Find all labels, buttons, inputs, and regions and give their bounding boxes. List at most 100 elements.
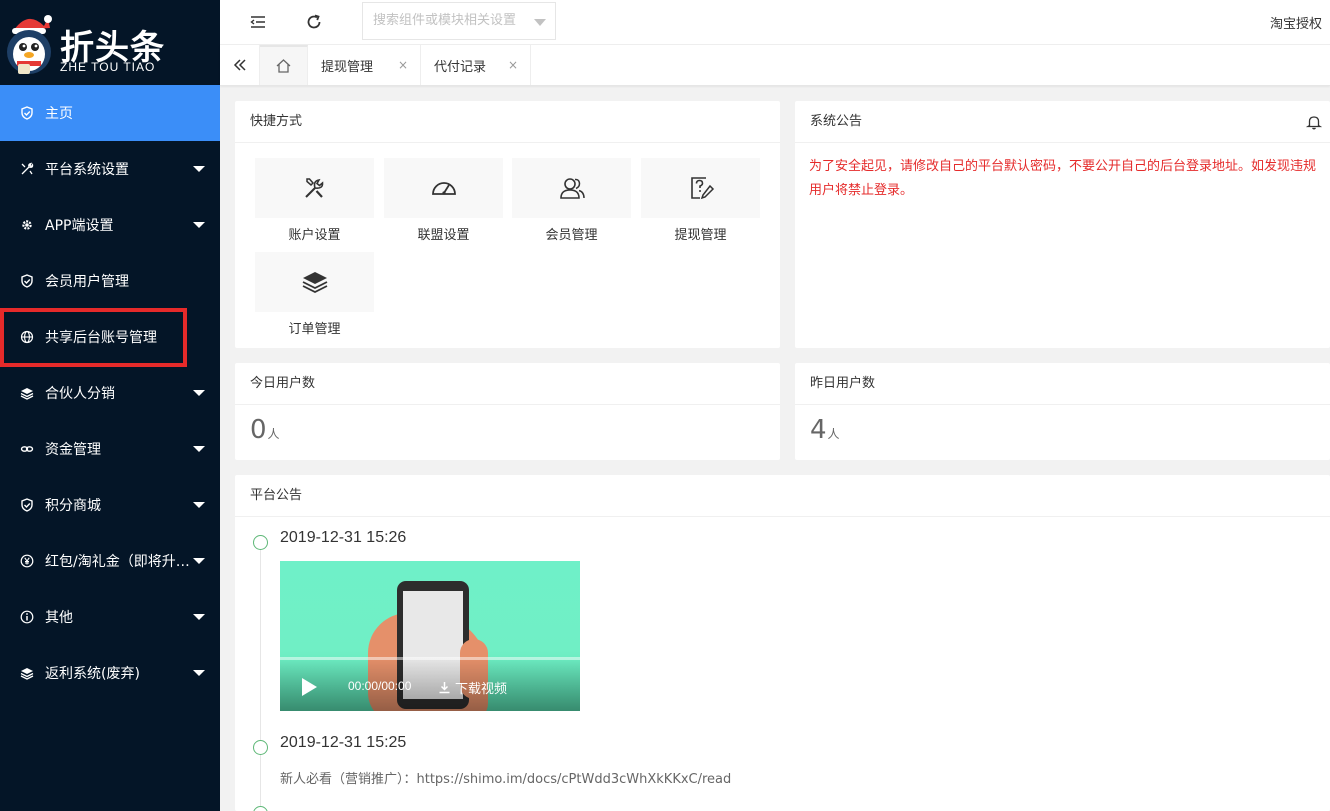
platform-notice-card: 平台公告 2019-12-31 15:26 00:00/00:00 下载视频 2… <box>235 475 1330 811</box>
shield-check-icon <box>20 274 34 288</box>
shortcut-order-management[interactable]: 订单管理 <box>255 252 374 337</box>
page-tabs: 提现管理 × 代付记录 × <box>220 45 1330 86</box>
download-label: 下载视频 <box>455 682 508 697</box>
layers-icon <box>20 666 34 680</box>
shortcut-alliance-settings[interactable]: 联盟设置 <box>384 158 503 243</box>
yen-icon <box>20 554 34 568</box>
sidebar-item-label: 其他 <box>45 610 73 626</box>
sidebar-item-member-users[interactable]: 会员用户管理 <box>0 253 220 309</box>
close-icon[interactable]: × <box>508 58 518 72</box>
penguin-mascot-icon <box>7 15 52 74</box>
download-video-button[interactable]: 下载视频 <box>438 678 507 697</box>
shortcut-member-management[interactable]: 会员管理 <box>512 158 631 243</box>
chevron-down-icon <box>534 19 546 26</box>
shortcut-withdraw-management[interactable]: 提现管理 <box>641 158 760 243</box>
sidebar-item-label: 会员用户管理 <box>45 274 129 290</box>
tab-withdraw-management[interactable]: 提现管理 × <box>309 45 421 85</box>
users-icon <box>559 178 585 199</box>
timeline-dot <box>253 535 268 550</box>
search-select[interactable]: 搜索组件或模块相关设置 <box>362 2 556 40</box>
card-title: 快捷方式 <box>235 101 780 143</box>
menu-collapse-icon[interactable] <box>249 13 267 31</box>
shortcut-label: 提现管理 <box>674 228 727 243</box>
refresh-icon[interactable] <box>305 13 323 31</box>
chevron-down-icon <box>193 166 205 172</box>
top-header: 搜索组件或模块相关设置 淘宝授权 <box>220 0 1330 45</box>
timeline-dot <box>253 806 268 811</box>
tools-icon <box>20 162 34 176</box>
sidebar-item-other[interactable]: 其他 <box>0 589 220 645</box>
sidebar-item-label: APP端设置 <box>45 218 114 234</box>
timeline-dot <box>253 740 268 755</box>
tab-home[interactable] <box>260 45 308 85</box>
yesterday-users-stat: 4人 <box>795 405 1330 455</box>
video-time: 00:00/00:00 <box>348 679 412 693</box>
video-progress[interactable] <box>280 657 580 660</box>
logo-subtitle: ZHE TOU TIAO <box>60 60 156 74</box>
card-title-text: 系统公告 <box>810 114 863 129</box>
stat-unit: 人 <box>827 427 840 441</box>
shortcut-label: 订单管理 <box>288 322 341 337</box>
help-edit-icon <box>690 177 714 200</box>
sidebar-item-platform-settings[interactable]: 平台系统设置 <box>0 141 220 197</box>
chevron-down-icon <box>193 222 205 228</box>
taobao-auth-link[interactable]: 淘宝授权 <box>1270 13 1322 32</box>
tab-payment-records[interactable]: 代付记录 × <box>421 45 531 85</box>
sidebar-item-shared-accounts[interactable]: 共享后台账号管理 <box>0 309 220 365</box>
chevron-down-icon <box>193 502 205 508</box>
sidebar-item-label: 主页 <box>45 106 73 122</box>
bell-icon[interactable] <box>1306 114 1322 130</box>
home-icon <box>276 59 291 73</box>
stat-value: 0 <box>250 415 267 445</box>
sidebar-item-partner-distribution[interactable]: 合伙人分销 <box>0 365 220 421</box>
logo[interactable]: 折头条 ZHE TOU TIAO <box>0 0 220 85</box>
sidebar-item-rebate-system[interactable]: 返利系统(废弃) <box>0 645 220 701</box>
chevron-down-icon <box>193 446 205 452</box>
video-player[interactable]: 00:00/00:00 下载视频 <box>280 561 580 711</box>
play-icon[interactable] <box>302 678 317 696</box>
shortcut-label: 账户设置 <box>288 228 341 243</box>
sidebar-item-funds[interactable]: 资金管理 <box>0 421 220 477</box>
info-icon <box>20 610 34 624</box>
search-placeholder: 搜索组件或模块相关设置 <box>373 13 517 28</box>
sidebar-item-label: 资金管理 <box>45 442 101 458</box>
sidebar-item-label: 合伙人分销 <box>45 386 115 402</box>
sidebar-item-label: 返利系统(废弃) <box>45 666 140 682</box>
globe-icon <box>20 330 34 344</box>
sidebar-item-red-packet[interactable]: 红包/淘礼金（即将升… <box>0 533 220 589</box>
chevron-down-icon <box>193 614 205 620</box>
sidebar-item-label: 平台系统设置 <box>45 162 129 178</box>
double-chevron-left-icon <box>233 59 246 71</box>
timeline-text[interactable]: 新人必看（营销推广）：https://shimo.im/docs/cPtWdd3… <box>280 768 731 787</box>
close-icon[interactable]: × <box>398 58 408 72</box>
timeline-line <box>260 539 261 811</box>
shield-check-icon <box>20 498 34 512</box>
shortcut-label: 联盟设置 <box>417 228 470 243</box>
card-title: 昨日用户数 <box>795 363 1330 405</box>
link-icon <box>20 442 34 456</box>
sidebar-item-app-settings[interactable]: APP端设置 <box>0 197 220 253</box>
download-icon <box>439 682 450 694</box>
stat-unit: 人 <box>267 427 280 441</box>
system-notice-text: 为了安全起见，请修改自己的平台默认密码，不要公开自己的后台登录地址。如发现违规用… <box>809 159 1317 198</box>
sidebar-item-label: 积分商城 <box>45 498 101 514</box>
dashboard-icon <box>431 182 456 195</box>
system-notice-card: 系统公告 为了安全起见，请修改自己的平台默认密码，不要公开自己的后台登录地址。如… <box>795 101 1330 348</box>
card-title: 平台公告 <box>235 475 1330 517</box>
sidebar-item-home[interactable]: 主页 <box>0 85 220 141</box>
tabs-scroll-left-button[interactable] <box>220 45 260 85</box>
stat-value: 4 <box>810 415 827 445</box>
layers-icon <box>302 272 327 294</box>
layers-icon <box>20 386 34 400</box>
shortcut-account-settings[interactable]: 账户设置 <box>255 158 374 243</box>
today-users-card: 今日用户数 0人 <box>235 363 780 460</box>
yesterday-users-card: 昨日用户数 4人 <box>795 363 1330 460</box>
timeline-time: 2019-12-31 15:25 <box>280 734 407 751</box>
tab-label: 代付记录 <box>434 59 487 75</box>
sidebar-item-points-mall[interactable]: 积分商城 <box>0 477 220 533</box>
sidebar: 折头条 ZHE TOU TIAO 主页 平台系统设置 APP端设置 会员用户管理… <box>0 0 220 811</box>
timeline-time: 2019-12-31 15:26 <box>280 529 407 546</box>
video-controls-bar <box>280 657 580 711</box>
card-title: 今日用户数 <box>235 363 780 405</box>
chevron-down-icon <box>193 670 205 676</box>
